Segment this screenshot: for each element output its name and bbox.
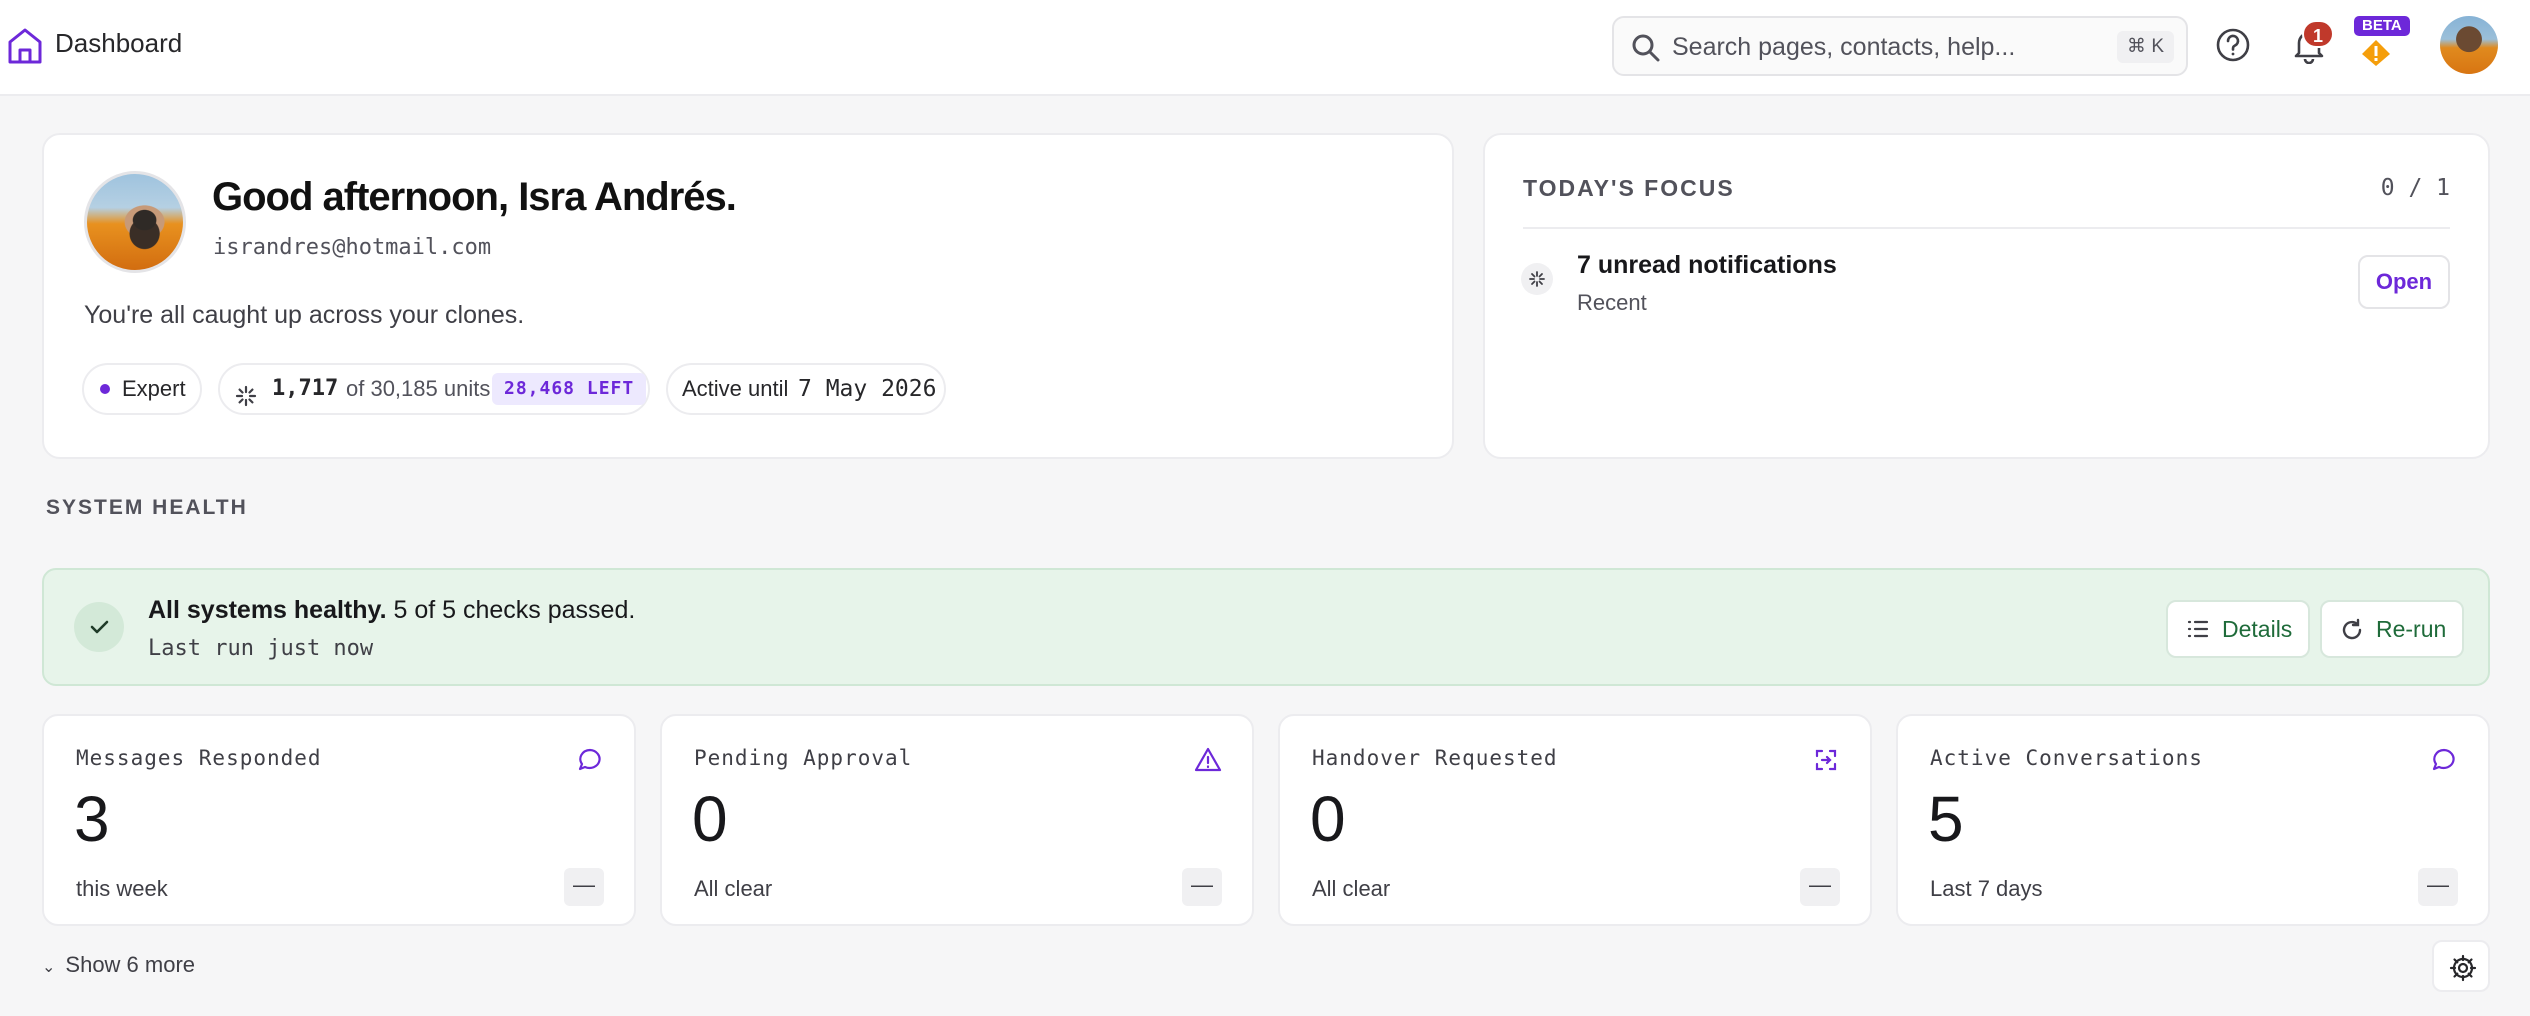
active-date: 7 May 2026 — [798, 376, 937, 402]
details-button[interactable]: Details — [2166, 600, 2310, 658]
units-total: of 30,185 units — [346, 376, 491, 401]
chat-icon — [2430, 746, 2458, 774]
section-label-system-health: SYSTEM HEALTH — [46, 496, 248, 519]
level-chip: Expert — [82, 363, 202, 415]
greeting-card: Good afternoon, Isra Andrés. israndres@h… — [42, 133, 1454, 459]
breadcrumb[interactable]: Dashboard — [55, 28, 182, 59]
last-run-text: Last run just now — [148, 636, 374, 661]
health-title-bold: All systems healthy. — [148, 596, 387, 624]
level-label: Expert — [122, 376, 186, 401]
settings-button[interactable] — [2432, 940, 2490, 992]
open-button[interactable]: Open — [2358, 255, 2450, 309]
search-shortcut: ⌘ K — [2117, 31, 2174, 63]
rerun-button[interactable]: Re-run — [2320, 600, 2464, 658]
stat-card-handover-requested[interactable]: Handover Requested 0 All clear — — [1278, 714, 1872, 926]
focus-item-title: 7 unread notifications — [1577, 251, 1837, 279]
beta-badge: BETA — [2354, 16, 2410, 36]
focus-title: TODAY'S FOCUS — [1523, 175, 1735, 201]
stat-value: 0 — [692, 783, 728, 855]
stat-value: 0 — [1310, 783, 1346, 855]
refresh-icon — [2342, 618, 2362, 640]
handover-icon — [1812, 746, 1840, 774]
stat-card-messages-responded[interactable]: Messages Responded 3 this week — — [42, 714, 636, 926]
stat-card-pending-approval[interactable]: Pending Approval 0 All clear — — [660, 714, 1254, 926]
rerun-label: Re-run — [2376, 616, 2447, 642]
trend-indicator: — — [1800, 868, 1840, 906]
search-bar[interactable]: Search pages, contacts, help... ⌘ K — [1612, 16, 2188, 76]
status-text: You're all caught up across your clones. — [84, 301, 525, 329]
stat-label: Handover Requested — [1312, 746, 1558, 770]
warning-icon — [1194, 746, 1222, 774]
show-more-label: Show 6 more — [65, 952, 196, 977]
avatar[interactable] — [2440, 16, 2498, 74]
sparkle-icon — [234, 377, 258, 407]
details-label: Details — [2222, 616, 2293, 642]
stat-subtitle: this week — [76, 876, 168, 901]
list-icon — [2187, 620, 2209, 638]
stat-value: 5 — [1928, 783, 1964, 855]
top-bar: Dashboard Search pages, contacts, help..… — [0, 0, 2530, 96]
health-title-rest: 5 of 5 checks passed. — [393, 596, 636, 624]
stat-card-active-conversations[interactable]: Active Conversations 5 Last 7 days — — [1896, 714, 2490, 926]
units-chip: 1,717 of 30,185 units 28,468 LEFT — [218, 363, 650, 415]
focus-item-subtitle: Recent — [1577, 290, 1647, 315]
search-input[interactable]: Search pages, contacts, help... — [1672, 33, 2015, 62]
home-icon[interactable] — [6, 26, 44, 66]
units-left-badge: 28,468 LEFT — [492, 373, 647, 405]
stat-label: Pending Approval — [694, 746, 913, 770]
profile-avatar — [84, 171, 186, 273]
help-icon[interactable] — [2214, 26, 2252, 64]
search-icon — [1630, 32, 1662, 64]
active-chip: Active until 7 May 2026 — [666, 363, 946, 415]
check-icon — [74, 602, 124, 652]
divider — [1523, 227, 2450, 229]
focus-count: 0 / 1 — [2380, 175, 2450, 201]
active-label: Active until — [682, 376, 789, 401]
trend-indicator: — — [1182, 868, 1222, 906]
units-used: 1,717 — [272, 376, 339, 401]
stat-subtitle: All clear — [1312, 876, 1391, 901]
show-more-button[interactable]: ⌄ Show 6 more — [42, 952, 195, 978]
focus-card: TODAY'S FOCUS 0 / 1 7 unread notificatio… — [1483, 133, 2490, 459]
sparkle-icon — [1521, 263, 1553, 295]
user-email: israndres@hotmail.com — [213, 235, 492, 260]
notification-badge: 1 — [2302, 20, 2334, 48]
trend-indicator: — — [564, 868, 604, 906]
greeting-title: Good afternoon, Isra Andrés. — [212, 175, 737, 219]
level-dot-icon — [100, 384, 110, 394]
health-title: All systems healthy. 5 of 5 checks passe… — [148, 596, 635, 625]
chevron-down-icon: ⌄ — [42, 959, 56, 976]
trend-indicator: — — [2418, 868, 2458, 906]
stat-label: Active Conversations — [1930, 746, 2203, 770]
stat-subtitle: Last 7 days — [1930, 876, 2043, 901]
health-banner: All systems healthy. 5 of 5 checks passe… — [42, 568, 2490, 686]
stat-value: 3 — [74, 783, 110, 855]
chat-icon — [576, 746, 604, 774]
gear-icon — [2449, 954, 2477, 982]
stat-subtitle: All clear — [694, 876, 773, 901]
warning-icon[interactable] — [2360, 38, 2392, 68]
stat-label: Messages Responded — [76, 746, 322, 770]
